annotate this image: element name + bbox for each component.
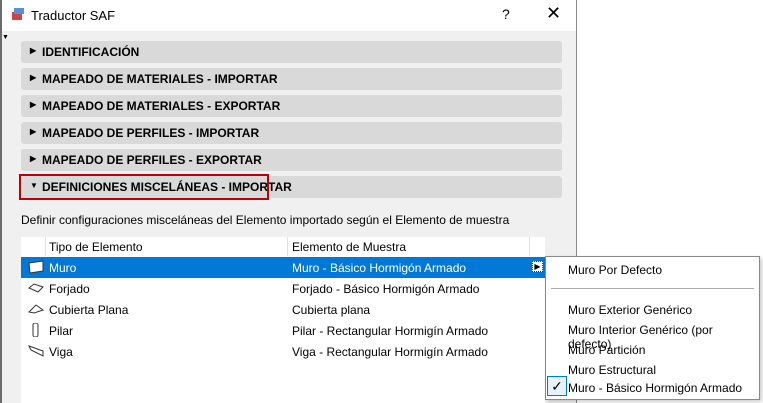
highlight-box — [19, 174, 269, 200]
window-title: Traductor SAF — [31, 8, 116, 23]
menu-item[interactable]: Muro Por Defecto — [568, 263, 662, 277]
table-row[interactable]: Pilar Pilar - Rectangular Hormigín Armad… — [21, 320, 545, 341]
menu-item-checked[interactable]: Muro - Básico Hormigón Armado — [568, 381, 742, 395]
slab-icon — [28, 283, 44, 293]
expand-arrow-icon: ▶ — [30, 73, 37, 82]
menu-item[interactable]: Muro Exterior Genérico — [568, 303, 692, 317]
roof-icon — [28, 304, 44, 314]
expand-arrow-icon: ▶ — [30, 127, 37, 136]
section-label: MAPEADO DE MATERIALES - IMPORTAR — [42, 72, 278, 86]
table-row[interactable]: Cubierta Plana Cubierta plana — [21, 299, 545, 320]
cell-sample: Viga - Rectangular Hormigín Armado — [292, 345, 488, 359]
cell-sample: Muro - Básico Hormigón Armado — [292, 261, 467, 275]
app-icon — [12, 8, 24, 20]
section-label: MAPEADO DE PERFILES - IMPORTAR — [42, 126, 260, 140]
cell-sample: Cubierta plana — [292, 303, 371, 317]
section-profiles-import[interactable]: ▶ MAPEADO DE PERFILES - IMPORTAR — [21, 122, 562, 144]
expand-arrow-icon: ▶ — [30, 100, 37, 109]
cell-type: Viga — [49, 345, 73, 359]
saf-translator-dialog: Traductor SAF ? ✕ ▼ ▶ IDENTIFICACIÓN ▶ MAP… — [0, 0, 577, 403]
description: Definir configuraciones misceláneas del … — [21, 213, 510, 227]
cell-type: Pilar — [49, 324, 74, 338]
table-row[interactable]: Viga Viga - Rectangular Hormigín Armado — [21, 341, 545, 362]
expand-arrow-icon: ▶ — [30, 154, 37, 163]
section-label: MAPEADO DE MATERIALES - EXPORTAR — [42, 99, 281, 113]
menu-item[interactable]: Muro Estructural — [568, 363, 656, 377]
close-button[interactable]: ✕ — [546, 3, 561, 24]
section-label: IDENTIFICACIÓN — [42, 45, 140, 59]
help-button[interactable]: ? — [502, 6, 510, 22]
cell-sample: Pilar - Rectangular Hormigín Armado — [292, 324, 489, 338]
table-row[interactable]: Muro Muro - Básico Hormigón Armado ▶ — [21, 257, 545, 278]
section-label: MAPEADO DE PERFILES - EXPORTAR — [42, 153, 262, 167]
column-icon — [32, 323, 39, 337]
beam-icon — [28, 345, 44, 357]
section-identificacion[interactable]: ▶ IDENTIFICACIÓN — [21, 41, 562, 63]
section-materials-import[interactable]: ▶ MAPEADO DE MATERIALES - IMPORTAR — [21, 68, 562, 90]
checkmark-icon: ✓ — [547, 376, 567, 396]
collapse-arrow-icon[interactable]: ▼ — [2, 34, 9, 41]
menu-separator — [551, 288, 754, 289]
expand-arrow-icon: ▶ — [30, 46, 37, 55]
sample-element-menu: Muro Por Defecto Muro Exterior Genérico … — [545, 256, 760, 400]
popup-arrow-icon[interactable]: ▶ — [532, 261, 543, 272]
element-table: Tipo de Elemento Elemento de Muestra Mur… — [21, 237, 545, 403]
title-bar: Traductor SAF ? ✕ — [2, 0, 576, 31]
table-row[interactable]: Forjado Forjado - Básico Hormigón Armado — [21, 278, 545, 299]
section-materials-export[interactable]: ▶ MAPEADO DE MATERIALES - EXPORTAR — [21, 95, 562, 117]
wall-icon — [28, 260, 44, 274]
cell-sample: Forjado - Básico Hormigón Armado — [292, 282, 480, 296]
cell-type: Cubierta Plana — [49, 303, 129, 317]
menu-item[interactable]: Muro Partición — [568, 343, 645, 357]
cell-type: Forjado — [49, 282, 90, 296]
cell-type: Muro — [49, 261, 77, 275]
section-profiles-export[interactable]: ▶ MAPEADO DE PERFILES - EXPORTAR — [21, 149, 562, 171]
